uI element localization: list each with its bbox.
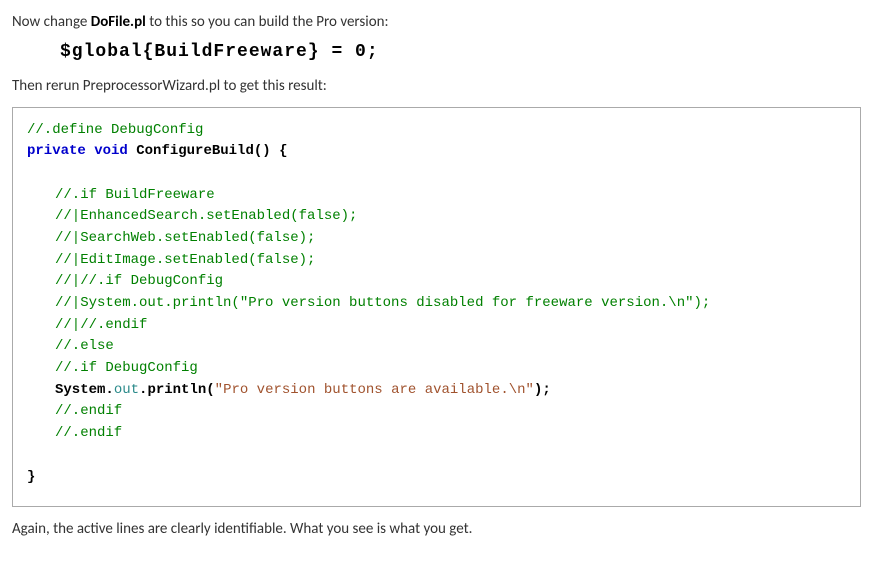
code-token-paren: ( [206, 382, 214, 398]
code-line: //.else [55, 338, 114, 354]
code-token-dot: . [105, 382, 113, 398]
code-line: //|//.if DebugConfig [55, 273, 223, 289]
code-token-println: println [147, 382, 206, 398]
intro-after: to this so you can build the Pro version… [146, 13, 389, 31]
code-line: //|EnhancedSearch.setEnabled(false); [55, 208, 357, 224]
code-close-brace: } [27, 469, 35, 485]
code-method-name: ConfigureBuild [136, 143, 254, 159]
code-line: //|SearchWeb.setEnabled(false); [55, 230, 315, 246]
code-token-system: System [55, 382, 105, 398]
code-token-close: ); [534, 382, 551, 398]
code-line: //.endif [55, 425, 122, 441]
code-line: //.define DebugConfig [27, 122, 203, 138]
intro-paragraph: Now change DoFile.pl to this so you can … [12, 12, 861, 32]
code-line: //.if DebugConfig [55, 360, 198, 376]
code-token-out: out [114, 382, 139, 398]
code-line: //|//.endif [55, 317, 147, 333]
code-string-literal: "Pro version buttons are available.\n" [215, 382, 534, 398]
code-keyword-void: void [94, 143, 128, 159]
code-keyword-private: private [27, 143, 86, 159]
code-block: //.define DebugConfig private void Confi… [12, 107, 861, 508]
code-parens-brace: () { [254, 143, 288, 159]
rerun-paragraph: Then rerun PreprocessorWizard.pl to get … [12, 76, 861, 96]
global-code-line: $global{BuildFreeware} = 0; [60, 42, 861, 62]
outro-paragraph: Again, the active lines are clearly iden… [12, 519, 861, 539]
code-line: //|System.out.println("Pro version butto… [55, 295, 710, 311]
code-line: //.if BuildFreeware [55, 187, 215, 203]
code-line: //|EditImage.setEnabled(false); [55, 252, 315, 268]
intro-filename: DoFile.pl [91, 13, 146, 31]
code-line: //.endif [55, 403, 122, 419]
intro-before: Now change [12, 13, 91, 31]
